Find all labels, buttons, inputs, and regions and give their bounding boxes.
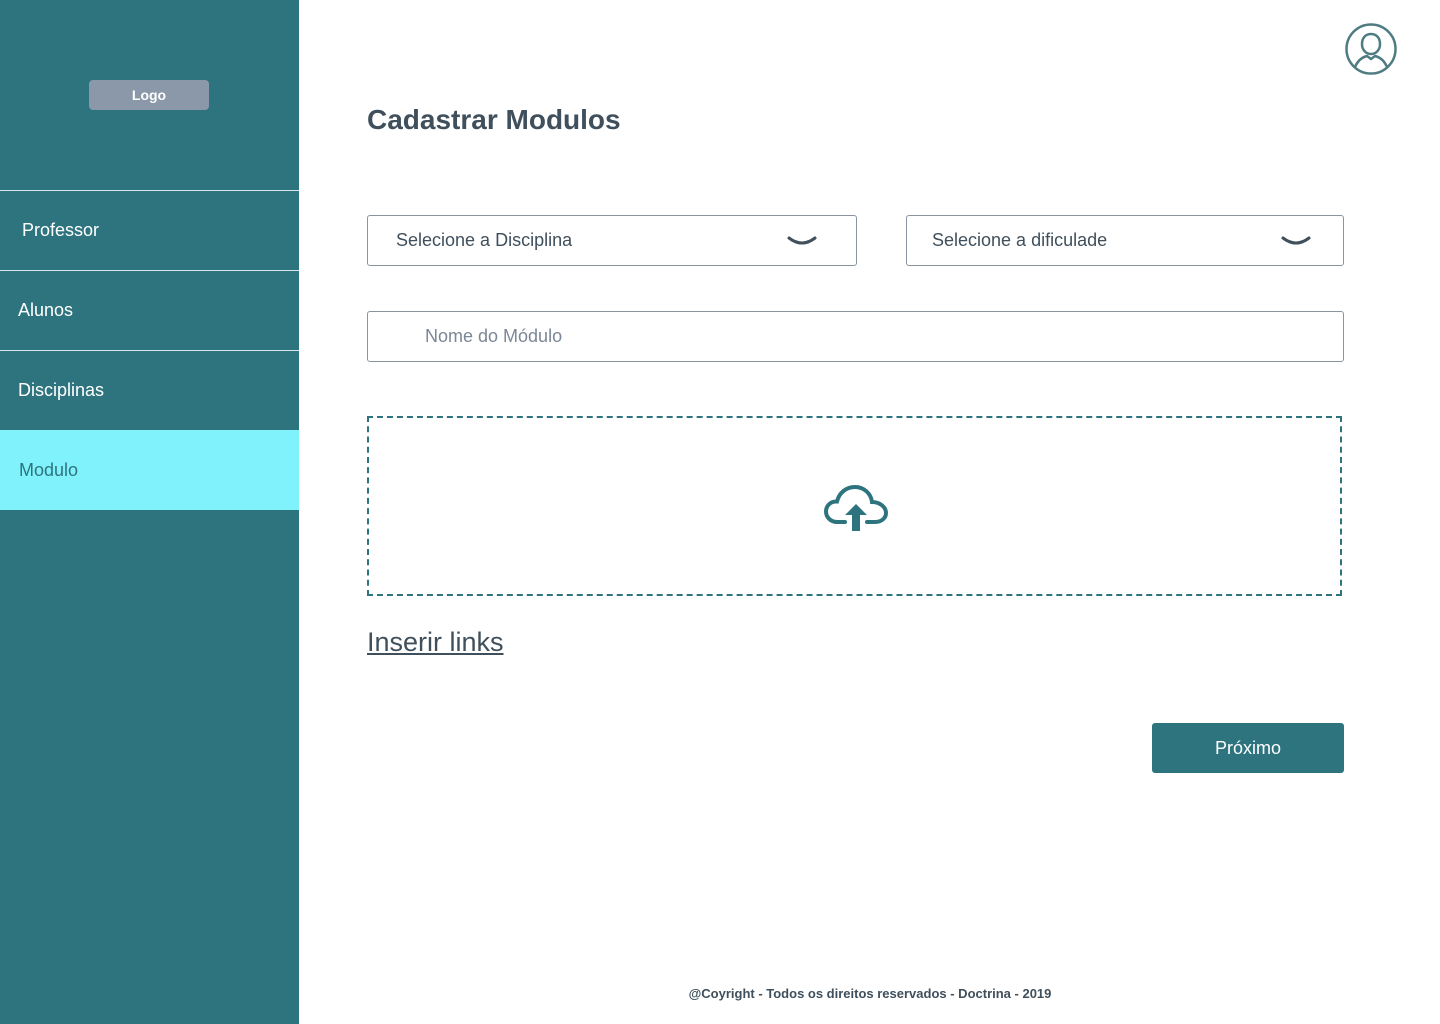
sidebar-item-label: Disciplinas — [18, 380, 105, 400]
upload-dropzone[interactable] — [367, 416, 1342, 596]
cloud-upload-icon — [823, 484, 889, 531]
dificuldade-select[interactable]: Selecione a dificulade — [906, 215, 1344, 266]
sidebar-item-label: Alunos — [18, 300, 74, 320]
sidebar-item-modulo[interactable]: Modulo — [0, 430, 299, 510]
sidebar-item-professor[interactable]: Professor — [0, 190, 299, 270]
logo: Logo — [89, 80, 209, 110]
sidebar-nav: Professor Alunos Disciplinas Modulo — [0, 190, 299, 510]
chevron-down-icon — [1281, 236, 1311, 245]
module-name-input[interactable] — [367, 311, 1344, 362]
page-title: Cadastrar Modulos — [367, 104, 621, 135]
footer-copyright: @Coyright - Todos os direitos reservados… — [688, 986, 1052, 1001]
disciplina-select-value: Selecione a Disciplina — [396, 230, 573, 250]
sidebar: Logo Professor Alunos Disciplinas Modulo — [0, 0, 299, 1024]
disciplina-select[interactable]: Selecione a Disciplina — [367, 215, 857, 266]
sidebar-item-alunos[interactable]: Alunos — [0, 270, 299, 350]
sidebar-item-label: Professor — [22, 220, 100, 240]
next-button[interactable]: Próximo — [1152, 723, 1344, 773]
dificuldade-select-value: Selecione a dificulade — [932, 230, 1108, 250]
chevron-down-icon — [787, 236, 817, 245]
insert-links-link[interactable]: Inserir links — [367, 627, 504, 658]
sidebar-item-disciplinas[interactable]: Disciplinas — [0, 350, 299, 430]
sidebar-item-label: Modulo — [19, 459, 79, 480]
user-avatar-icon[interactable] — [1345, 23, 1397, 75]
